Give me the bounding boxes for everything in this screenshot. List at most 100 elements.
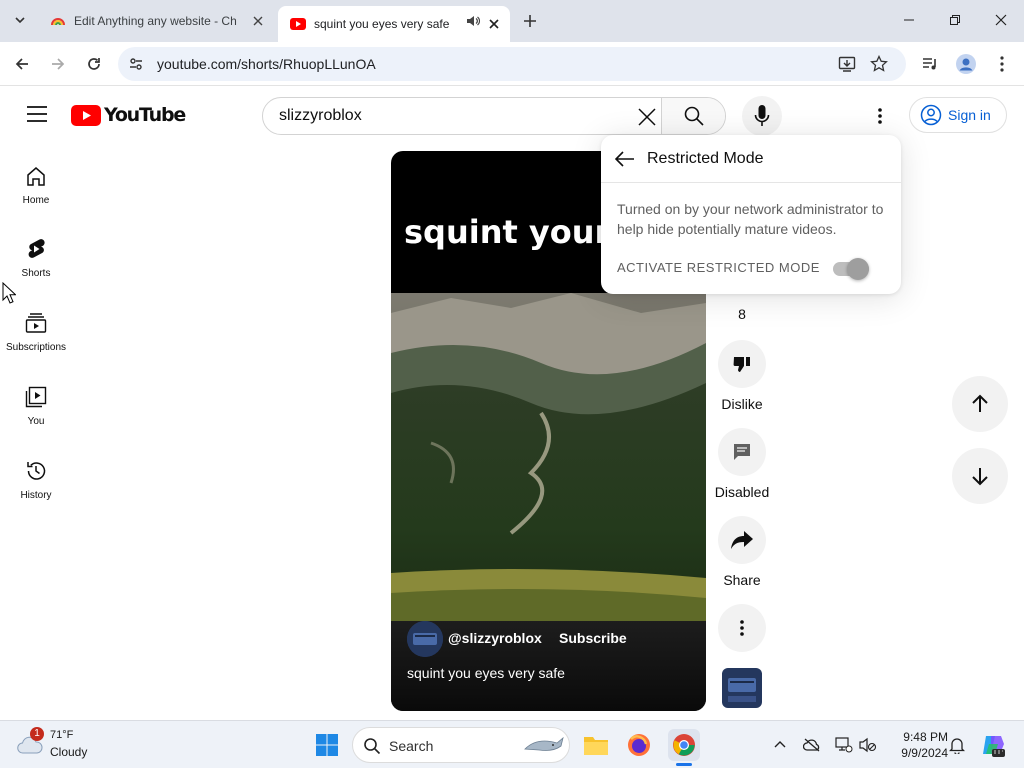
- clear-search-button[interactable]: [634, 104, 660, 130]
- taskbar-search[interactable]: Search: [352, 727, 570, 763]
- restricted-mode-toggle[interactable]: [833, 258, 869, 280]
- channel-name[interactable]: @slizzyroblox: [448, 630, 542, 646]
- bell-icon: [949, 738, 965, 754]
- arrow-left-icon[interactable]: [615, 150, 635, 167]
- windows-taskbar: 1 71°F Cloudy Search 9:48 PM 9/9/2024: [0, 720, 1024, 768]
- plus-icon: [524, 15, 536, 27]
- close-icon[interactable]: [486, 16, 502, 32]
- dislike-circle[interactable]: [718, 340, 766, 388]
- maximize-button[interactable]: [932, 0, 978, 40]
- guide-item-label: History: [20, 490, 52, 501]
- youtube-logo[interactable]: YouTube: [71, 104, 186, 126]
- home-icon: [27, 167, 45, 186]
- guide-menu-button[interactable]: [24, 101, 50, 127]
- forward-button[interactable]: [44, 50, 72, 78]
- browser-tab-strip: Edit Anything any website - Ch squint yo…: [0, 0, 1024, 42]
- tab-search-button[interactable]: [8, 8, 32, 32]
- channel-avatar[interactable]: [407, 621, 443, 657]
- browser-tab-active-video[interactable]: squint you eyes very safe -: [278, 6, 510, 42]
- chevron-up-icon: [774, 741, 786, 748]
- start-button[interactable]: [311, 729, 343, 761]
- guide-item-you[interactable]: You: [0, 386, 72, 427]
- logo-text: YouTube: [104, 104, 186, 126]
- profile-button[interactable]: [952, 50, 980, 78]
- site-info-icon[interactable]: [128, 56, 144, 77]
- chevron-down-icon: [15, 17, 25, 24]
- browser-tab-edit-anything[interactable]: Edit Anything any website - Ch: [38, 6, 274, 36]
- minimize-button[interactable]: [886, 0, 932, 40]
- voice-search-button[interactable]: [742, 96, 782, 136]
- next-video-button[interactable]: [952, 448, 1008, 504]
- address-bar[interactable]: youtube.com/shorts/RhuopLLunOA: [118, 47, 906, 81]
- more-actions-circle[interactable]: [718, 604, 766, 652]
- guide-item-subscriptions[interactable]: Subscriptions: [0, 312, 72, 353]
- dislike-button[interactable]: Dislike: [706, 340, 778, 412]
- clock-date: 9/9/2024: [901, 746, 948, 760]
- comments-circle[interactable]: [718, 428, 766, 476]
- arrow-right-icon: [52, 58, 65, 70]
- guide-item-label: Shorts: [21, 268, 51, 279]
- close-icon[interactable]: [250, 13, 266, 29]
- comments-button[interactable]: Disabled: [706, 428, 778, 500]
- volume-button[interactable]: [858, 735, 878, 755]
- rainbow-favicon-icon: [50, 13, 66, 29]
- previous-video-button[interactable]: [952, 376, 1008, 432]
- like-count-item: 8: [706, 306, 778, 322]
- browser-menu-button[interactable]: [988, 50, 1016, 78]
- speaker-muted-icon: [859, 737, 877, 753]
- network-button[interactable]: [834, 735, 854, 755]
- close-icon: [995, 14, 1007, 26]
- sign-in-button[interactable]: Sign in: [909, 97, 1007, 133]
- restricted-mode-description: Turned on by your network administrator …: [617, 201, 884, 237]
- bookmark-star-icon[interactable]: [870, 54, 888, 78]
- history-icon: [27, 462, 46, 480]
- cloud-offline-icon: [803, 738, 820, 752]
- video-title[interactable]: squint you eyes very safe: [407, 665, 565, 681]
- weather-alert-badge: 1: [30, 727, 44, 741]
- dislike-label: Dislike: [721, 396, 763, 412]
- windows-logo-icon: [316, 734, 338, 756]
- firefox-button[interactable]: [623, 729, 655, 761]
- share-circle[interactable]: [718, 516, 766, 564]
- search-input[interactable]: slizzyroblox: [279, 107, 362, 125]
- weather-widget[interactable]: 1 71°F Cloudy: [16, 727, 106, 763]
- you-library-icon: [25, 386, 47, 408]
- browser-toolbar: youtube.com/shorts/RhuopLLunOA: [0, 42, 1024, 86]
- settings-more-button[interactable]: [866, 102, 894, 130]
- show-hidden-icons-button[interactable]: [770, 735, 790, 755]
- search-button[interactable]: [661, 98, 725, 134]
- sound-thumbnail[interactable]: [722, 668, 762, 708]
- guide-item-history[interactable]: History: [0, 460, 72, 501]
- search-box[interactable]: slizzyroblox: [262, 97, 726, 135]
- reload-button[interactable]: [80, 50, 108, 78]
- tab-title: squint you eyes very safe -: [314, 17, 452, 31]
- share-button[interactable]: Share: [706, 516, 778, 588]
- guide-item-label: Home: [22, 195, 50, 206]
- search-icon: [364, 738, 381, 755]
- chrome-button[interactable]: [668, 729, 700, 761]
- media-controls-button[interactable]: [916, 50, 944, 78]
- more-actions-button[interactable]: [706, 604, 778, 660]
- close-window-button[interactable]: [978, 0, 1024, 40]
- microphone-icon: [754, 105, 770, 126]
- like-count: 8: [738, 306, 746, 322]
- install-app-icon[interactable]: [838, 55, 856, 78]
- subscribe-button[interactable]: Subscribe: [547, 623, 639, 653]
- restricted-mode-popup: Restricted Mode Turned on by your networ…: [601, 135, 901, 294]
- notifications-button[interactable]: [947, 735, 967, 755]
- guide-item-home[interactable]: Home: [0, 165, 72, 206]
- guide-item-shorts[interactable]: Shorts: [0, 238, 72, 279]
- new-tab-button[interactable]: [518, 9, 542, 33]
- back-button[interactable]: [8, 50, 36, 78]
- network-icon: [835, 737, 853, 753]
- arrow-down-icon: [972, 468, 988, 486]
- chrome-icon: [673, 734, 695, 756]
- arrow-up-icon: [972, 394, 988, 412]
- onedrive-button[interactable]: [802, 735, 822, 755]
- search-highlight-dolphin-icon: [524, 736, 564, 751]
- speaker-icon[interactable]: [466, 14, 481, 31]
- file-explorer-button[interactable]: [580, 729, 612, 761]
- copilot-button[interactable]: [977, 729, 1009, 761]
- chrome-active-indicator: [676, 763, 692, 766]
- taskbar-clock[interactable]: 9:48 PM 9/9/2024: [884, 729, 948, 761]
